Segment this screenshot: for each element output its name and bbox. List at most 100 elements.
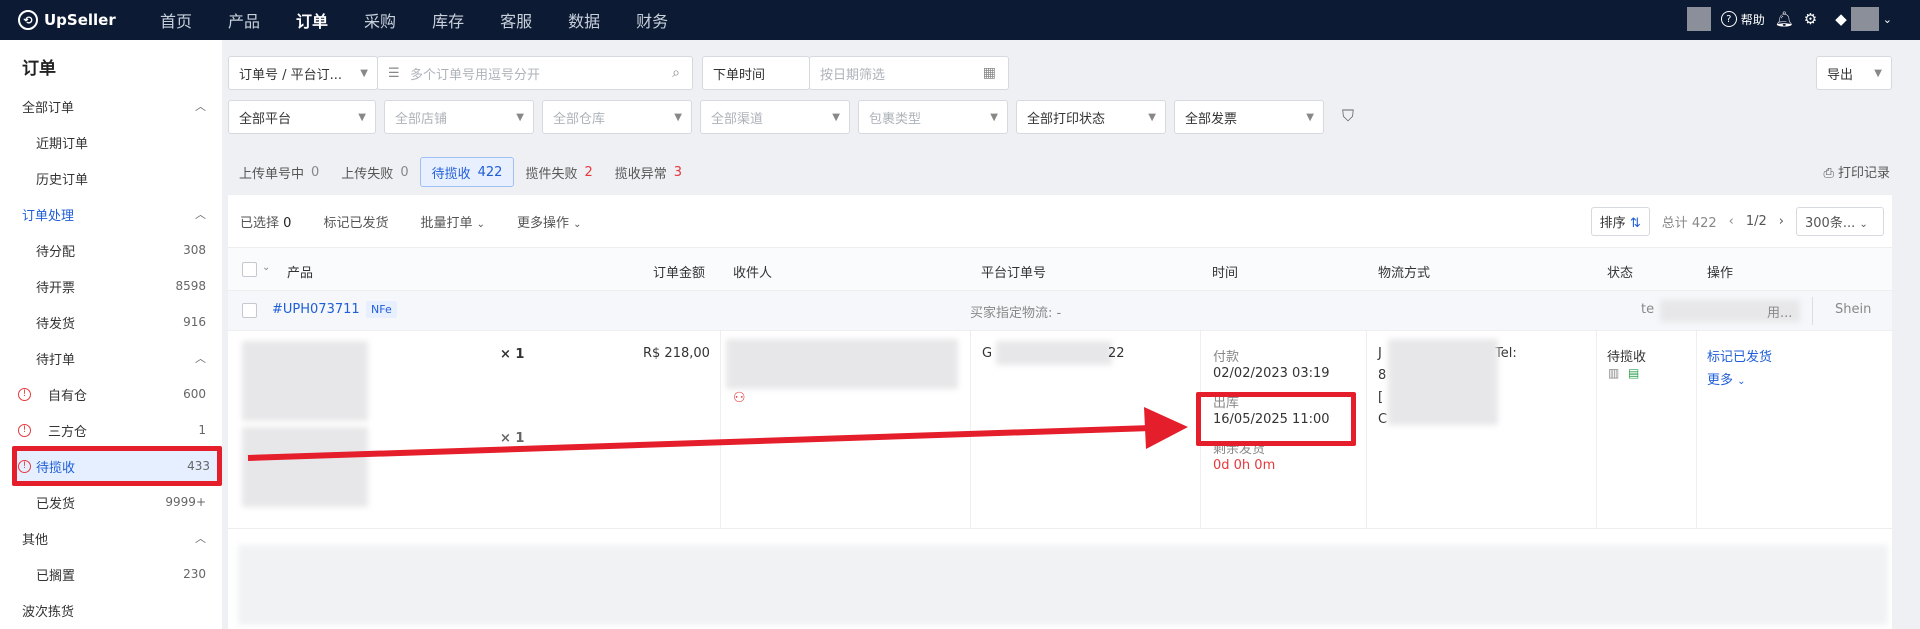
platform-order-no-prefix: G: [982, 346, 993, 361]
more-actions-button[interactable]: 更多 ⌄: [1707, 369, 1746, 388]
mark-shipped-button[interactable]: 标记已发货: [323, 212, 388, 231]
annotation-highlight-box: [1196, 392, 1356, 446]
account-avatar[interactable]: [1850, 7, 1879, 31]
logistics-tel-label: Tel:: [1495, 346, 1517, 361]
package-type-select[interactable]: 包裹类型 ▼: [858, 100, 1008, 134]
prev-page-icon[interactable]: ‹: [1729, 214, 1734, 229]
gear-icon[interactable]: ⚙: [1804, 10, 1817, 28]
store-select[interactable]: 全部店铺 ▼: [384, 100, 534, 134]
nav-home[interactable]: 首页: [160, 8, 192, 32]
nav-inventory[interactable]: 库存: [432, 8, 464, 32]
order-number-type-select[interactable]: 订单号 / 平台订... ▼: [228, 56, 378, 90]
sidebar-item-to-invoice[interactable]: 待开票 8598: [0, 268, 222, 304]
tab-label: 待揽收: [431, 166, 471, 182]
order-type-value: 订单号 / 平台订...: [239, 67, 343, 83]
sidebar-item-own-warehouse[interactable]: ! 自有仓 600: [0, 376, 222, 412]
sidebar-item-count: 1: [198, 423, 206, 437]
sidebar-item-label: 近期订单: [36, 136, 89, 152]
sidebar-group-to-print[interactable]: 待打单 ︿: [0, 340, 222, 376]
receiver-user-icon[interactable]: ⚇: [733, 390, 746, 406]
order-checkbox[interactable]: [242, 303, 257, 318]
tab-pickup-failed[interactable]: 揽件失败 2: [514, 157, 603, 187]
nfe-badge: NFe: [366, 301, 397, 318]
date-filter-input[interactable]: 按日期筛选 ▦: [809, 56, 1009, 90]
more-operations-label: 更多操作: [517, 215, 570, 231]
sidebar-item-shipped[interactable]: 已发货 9999+: [0, 484, 222, 520]
per-page-select[interactable]: 300条... ⌄: [1796, 207, 1884, 236]
tab-label: 揽收异常: [614, 166, 667, 182]
document-icon[interactable]: ▤: [1628, 366, 1639, 380]
product-image: [242, 427, 368, 507]
barcode-icon[interactable]: ▥: [1608, 366, 1619, 380]
order-id-link[interactable]: #UPH073711: [272, 302, 360, 317]
sort-button[interactable]: 排序 ⇅: [1590, 207, 1650, 236]
total-count: 总计 422: [1661, 216, 1717, 231]
search-icon[interactable]: ⌕: [672, 65, 680, 81]
time-type-select[interactable]: 下单时间: [702, 56, 810, 90]
sidebar-item-to-assign[interactable]: 待分配 308: [0, 232, 222, 268]
print-records-label: 打印记录: [1837, 166, 1890, 181]
warehouse-select[interactable]: 全部仓库 ▼: [542, 100, 692, 134]
chevron-down-icon[interactable]: ⌄: [262, 262, 270, 273]
sidebar-item-recent[interactable]: 近期订单: [0, 124, 222, 160]
diamond-icon[interactable]: ◆: [1835, 10, 1847, 28]
invoice-value: 全部发票: [1185, 111, 1238, 127]
sidebar-item-on-hold[interactable]: 已搁置 230: [0, 556, 222, 592]
col-amount: 订单金额: [653, 266, 706, 281]
batch-print-button[interactable]: 批量打单 ⌄: [420, 212, 485, 231]
store-name-suffix: 用...: [1767, 306, 1793, 321]
sidebar-item-history[interactable]: 历史订单: [0, 160, 222, 196]
sidebar-item-third-warehouse[interactable]: ! 三方仓 1: [0, 412, 222, 448]
sidebar-group-other[interactable]: 其他 ︿: [0, 520, 222, 556]
sidebar-group-label: 其他: [22, 532, 49, 548]
divider: [1812, 297, 1813, 325]
batch-print-label: 批量打单: [420, 215, 473, 231]
nav-orders[interactable]: 订单: [296, 8, 328, 32]
sidebar-item-count: 9999+: [165, 495, 206, 509]
channel-select[interactable]: 全部渠道 ▼: [700, 100, 850, 134]
chevron-up-icon: ︿: [195, 352, 206, 365]
sidebar-group-processing[interactable]: 订单处理 ︿: [0, 196, 222, 232]
selected-number: 0: [283, 215, 292, 231]
next-page-icon[interactable]: ›: [1779, 214, 1784, 229]
chevron-down-icon: ▼: [674, 111, 682, 123]
nav-products[interactable]: 产品: [228, 8, 260, 32]
tab-uploading[interactable]: 上传单号中 0: [228, 157, 330, 187]
order-number-input[interactable]: ☰ 多个订单号用逗号分开 ⌕: [377, 56, 693, 90]
nav-finance[interactable]: 财务: [636, 8, 668, 32]
invoice-select[interactable]: 全部发票 ▼: [1174, 100, 1324, 134]
tab-to-pickup[interactable]: 待揽收 422: [419, 157, 515, 187]
filter-icon[interactable]: ⛉: [1342, 106, 1354, 126]
sort-icon: ⇅: [1629, 216, 1641, 231]
sidebar-item-to-ship[interactable]: 待发货 916: [0, 304, 222, 340]
col-time: 时间: [1212, 266, 1239, 281]
more-operations-button[interactable]: 更多操作 ⌄: [517, 212, 582, 231]
logo[interactable]: ⟲ UpSeller: [18, 10, 138, 30]
sidebar-group-all-orders[interactable]: 全部订单 ︿: [0, 88, 222, 124]
tab-upload-failed[interactable]: 上传失败 0: [330, 157, 419, 187]
chevron-down-icon: ▼: [1874, 67, 1882, 79]
sidebar-item-label: 待开票: [36, 280, 76, 296]
avatar[interactable]: [1686, 7, 1711, 31]
nav-purchase[interactable]: 采购: [364, 8, 396, 32]
paid-label: 付款: [1213, 350, 1240, 365]
printer-icon: ⎙: [1823, 166, 1834, 181]
chevron-down-icon[interactable]: ⌄: [1883, 13, 1892, 26]
select-all-checkbox[interactable]: [242, 262, 257, 277]
print-records-link[interactable]: ⎙ 打印记录: [1823, 162, 1890, 181]
platform-select[interactable]: 全部平台 ▼: [228, 100, 376, 134]
order-detail-row: × 1 × 1 R$ 218,00 ⚇ G 22 付款 02/02/2023 0…: [228, 331, 1892, 529]
order-number-placeholder: 多个订单号用逗号分开: [410, 67, 541, 83]
mark-shipped-action[interactable]: 标记已发货: [1707, 346, 1772, 365]
calendar-icon: ▦: [982, 65, 996, 81]
sidebar-item-count: 8598: [175, 279, 206, 293]
tab-pickup-exception[interactable]: 揽收异常 3: [604, 157, 693, 187]
export-button[interactable]: 导出 ▼: [1816, 56, 1892, 90]
print-status-select[interactable]: 全部打印状态 ▼: [1016, 100, 1166, 134]
help-button[interactable]: ? 帮助: [1720, 11, 1765, 28]
bell-icon[interactable]: 🔔︎: [1775, 10, 1794, 28]
nav-data[interactable]: 数据: [568, 8, 600, 32]
nav-customer-service[interactable]: 客服: [500, 8, 532, 32]
sidebar-item-wave-picking[interactable]: 波次拣货: [0, 592, 222, 628]
logistics-line1: J: [1378, 346, 1382, 361]
